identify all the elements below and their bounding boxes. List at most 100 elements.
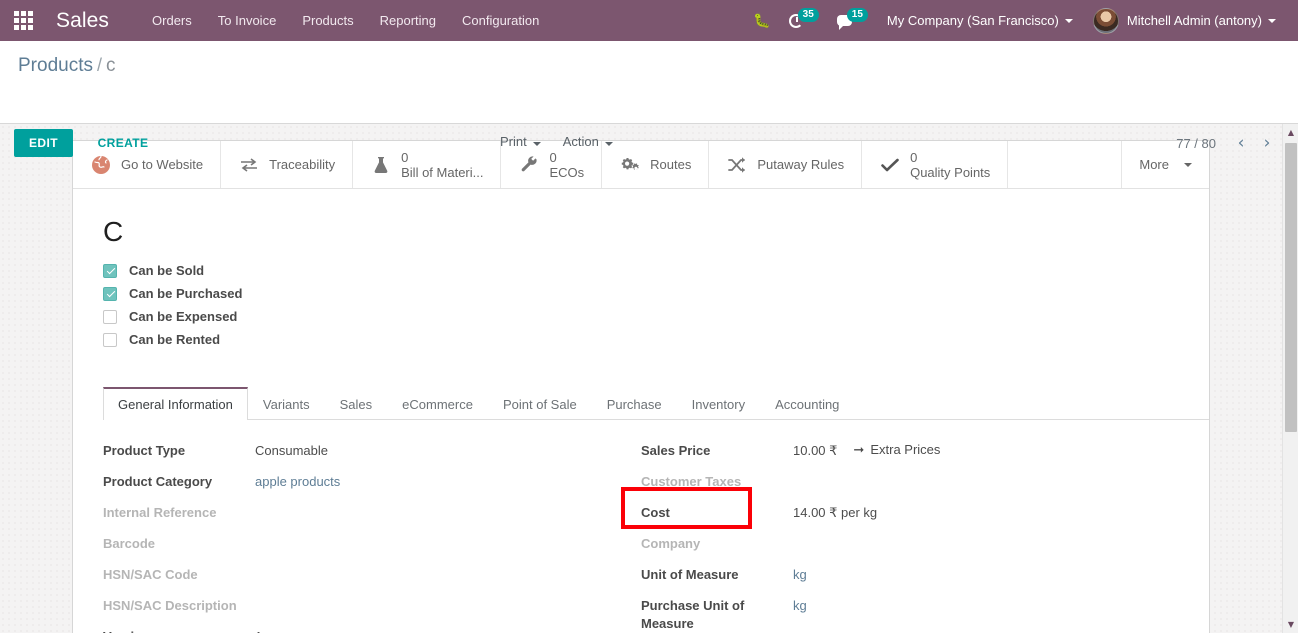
checkbox-row-can-be-rented[interactable]: Can be Rented [103,332,1179,347]
field-barcode: Barcode [103,535,621,555]
menu-item-orders[interactable]: Orders [139,0,205,41]
create-button[interactable]: CREATE [89,129,158,157]
field-product-type: Product Type Consumable [103,442,621,462]
stat-button-bill-of-materials[interactable]: 0 Bill of Materi... [353,141,502,188]
stat-value: 0 [910,149,918,165]
scroll-down-arrow-icon[interactable]: ▼ [1283,616,1298,633]
field-label: Purchase Unit of Measure [641,598,745,631]
pager-value: 77 / 80 [1176,135,1216,151]
pager-previous-button[interactable]: ‹ [1230,132,1252,154]
field-label: HSN/SAC Code [103,567,198,582]
debug-menu-button[interactable]: 🐛 [744,0,779,41]
page-title: C [103,216,124,247]
tab-variants[interactable]: Variants [248,387,325,420]
field-value[interactable]: kg [793,566,807,584]
company-name: My Company (San Francisco) [886,13,1059,28]
stat-label: Go to Website [121,157,204,172]
action-dropdown[interactable]: Action [563,134,613,149]
checkbox-can-be-expensed[interactable] [103,309,117,324]
chevron-down-icon [604,142,613,146]
field-internal-reference: Internal Reference [103,504,621,524]
user-name: Mitchell Admin (antony) [1126,13,1262,28]
gears-icon [619,154,641,176]
tab-purchase[interactable]: Purchase [592,387,677,420]
product-form-sheet: Go to Website Traceability 0 Bill of Mat… [72,140,1210,633]
field-value[interactable]: 1 [255,628,262,633]
field-hsn-sac-description: HSN/SAC Description [103,597,621,617]
field-cost: Cost 14.00 ₹ per kg [621,487,1179,529]
company-switcher[interactable]: My Company (San Francisco) [877,0,1083,41]
chevron-down-icon [1268,18,1276,23]
field-version: Version 1 [103,628,621,633]
checkbox-can-be-purchased[interactable] [103,286,117,301]
stat-label: Routes [650,157,692,172]
checkbox-can-be-sold[interactable] [103,263,117,278]
field-value[interactable]: 10.00 ₹ [793,442,837,460]
tab-ecommerce[interactable]: eCommerce [387,387,488,420]
app-brand-sales[interactable]: Sales [56,9,109,33]
menu-item-configuration[interactable]: Configuration [449,0,552,41]
breadcrumb-current: c [106,55,116,76]
main-menu: Orders To Invoice Products Reporting Con… [139,0,552,41]
notebook-tabs: General Information Variants Sales eComm… [103,387,1209,420]
top-navbar: Sales Orders To Invoice Products Reporti… [0,0,1298,41]
menu-item-products[interactable]: Products [289,0,366,41]
field-label: Customer Taxes [641,474,742,489]
bug-icon: 🐛 [753,12,771,28]
field-value[interactable]: 14.00 ₹ per kg [793,504,877,522]
stat-button-quality-points[interactable]: 0 Quality Points [862,141,1009,188]
checkbox-label: Can be Rented [129,332,221,347]
chevron-down-icon [1064,18,1073,23]
tab-inventory[interactable]: Inventory [677,387,760,420]
field-label: Sales Price [641,443,711,458]
checkbox-row-can-be-expensed[interactable]: Can be Expensed [103,309,1179,324]
stat-button-traceability[interactable]: Traceability [221,141,354,188]
scrollbar-thumb[interactable] [1285,143,1297,432]
general-information-panel: Product Type Consumable Product Category… [73,420,1209,633]
checkbox-label: Can be Purchased [129,286,243,301]
field-label: Internal Reference [103,505,217,520]
activity-menu-button[interactable]: 35 [780,0,828,41]
extra-prices-link[interactable]: ➞ Extra Prices [853,442,940,458]
tab-accounting[interactable]: Accounting [760,387,854,420]
check-icon [879,154,901,176]
menu-item-reporting[interactable]: Reporting [367,0,449,41]
stat-button-box: Go to Website Traceability 0 Bill of Mat… [73,141,1209,189]
fields-column-right: Sales Price 10.00 ₹ ➞ Extra Prices Custom… [621,442,1179,633]
message-count-badge: 15 [846,7,868,22]
field-label: Unit of Measure [641,567,739,582]
control-panel: Products / c EDIT CREATE Print Action 77 /… [0,41,1298,157]
tab-point-of-sale[interactable]: Point of Sale [488,387,592,420]
breadcrumb-separator: / [96,55,102,75]
checkbox-row-can-be-purchased[interactable]: Can be Purchased [103,286,1179,301]
wrench-icon [518,154,540,176]
messaging-menu-button[interactable]: 15 [828,0,877,41]
breadcrumb-products[interactable]: Products [18,55,93,76]
stat-button-routes[interactable]: Routes [602,141,710,188]
tab-sales[interactable]: Sales [325,387,388,420]
field-label: Version [103,628,255,633]
field-product-category: Product Category apple products [103,473,621,493]
field-label: Cost [641,505,670,520]
vertical-scrollbar[interactable]: ▲ ▼ [1282,124,1298,633]
user-menu[interactable]: Mitchell Admin (antony) [1083,0,1286,41]
scroll-up-arrow-icon[interactable]: ▲ [1283,124,1298,141]
edit-button[interactable]: EDIT [14,129,73,157]
field-value[interactable]: kg [793,597,807,615]
control-panel-buttons: EDIT CREATE [14,129,157,157]
checkbox-can-be-rented[interactable] [103,332,117,347]
stat-button-putaway-rules[interactable]: Putaway Rules [709,141,863,188]
stat-label: Bill of Materi... [401,164,484,180]
field-value[interactable]: Consumable [255,442,328,460]
stat-label: Putaway Rules [757,157,845,172]
extra-prices-label: Extra Prices [870,442,941,457]
field-label: Product Category [103,474,213,489]
menu-item-to-invoice[interactable]: To Invoice [205,0,290,41]
field-value[interactable]: apple products [255,473,340,491]
checkbox-row-can-be-sold[interactable]: Can be Sold [103,263,1179,278]
apps-menu-button[interactable] [0,0,46,41]
tab-general-information[interactable]: General Information [103,387,248,420]
pager-next-button[interactable]: › [1256,132,1278,154]
field-purchase-unit-of-measure: Purchase Unit of Measure kg [641,597,1179,633]
print-dropdown[interactable]: Print [500,134,541,149]
